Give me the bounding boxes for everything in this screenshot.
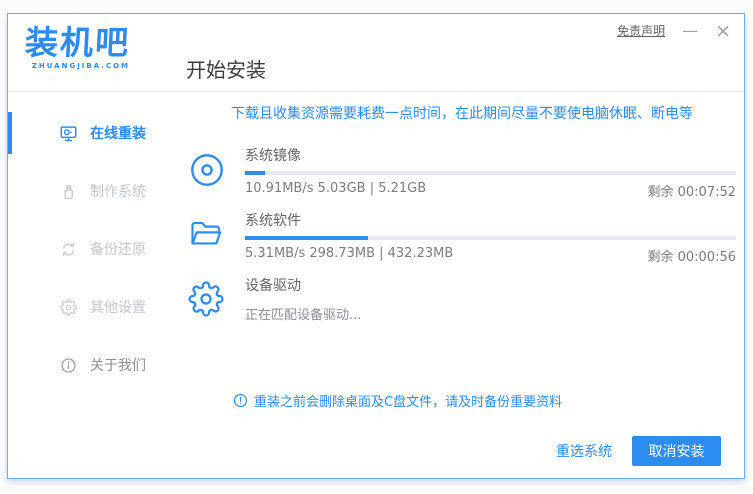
task-speed-size: 5.31MB/s 298.73MB | 432.23MB (245, 246, 454, 261)
progress-bar (245, 171, 736, 175)
app-logo: 装机吧 ZHUANGJIBA.COM (24, 23, 132, 70)
sidebar-item-about-us[interactable]: 关于我们 (8, 336, 168, 394)
open-folder-icon (188, 213, 245, 265)
gear-icon (60, 298, 77, 316)
backup-notice: 重装之前会删除桌面及C盘文件，请及时备份重要资料 (233, 391, 736, 410)
main-panel: 下载且收集资源需要耗费一点时间，在此期间尽量不要使电脑休眠、断电等 系统镜像 1… (168, 92, 744, 478)
close-icon[interactable]: × (715, 21, 731, 40)
monitor-reinstall-icon (60, 125, 77, 142)
minimize-icon[interactable]: — (682, 22, 698, 39)
sidebar-item-make-system[interactable]: 制作系统 (8, 162, 168, 220)
download-warning-text: 下载且收集资源需要耗费一点时间，在此期间尽量不要使电脑休眠、断电等 (231, 106, 693, 122)
footer-actions: 重选系统 取消安装 (556, 436, 721, 466)
header: 装机吧 ZHUANGJIBA.COM 开始安装 免责声明 — × (8, 14, 744, 92)
task-name: 系统镜像 (245, 148, 301, 164)
progress-bar (245, 236, 736, 240)
sidebar-item-label: 在线重装 (90, 126, 146, 142)
task-remaining-time: 剩余 00:00:56 (647, 250, 736, 265)
task-row-device-driver: 设备驱动 正在匹配设备驱动... (188, 278, 736, 328)
logo-subtext: ZHUANGJIBA.COM (31, 61, 130, 70)
task-row-system-software: 系统软件 5.31MB/s 298.73MB | 432.23MB 剩余 00:… (188, 213, 736, 265)
task-name: 系统软件 (245, 213, 301, 229)
sidebar-item-backup-restore[interactable]: 备份还原 (8, 220, 168, 278)
gear-icon (188, 278, 245, 328)
progress-bar-fill (245, 236, 368, 240)
task-row-system-image: 系统镜像 10.91MB/s 5.03GB | 5.21GB 剩余 00:07:… (188, 148, 736, 200)
backup-notice-text: 重装之前会删除桌面及C盘文件，请及时备份重要资料 (254, 395, 563, 410)
sidebar-item-label: 其他设置 (90, 300, 146, 316)
sidebar: 在线重装 制作系统 备份还原 其他设置 关于我们 (8, 92, 168, 478)
sidebar-item-label: 关于我们 (90, 358, 146, 374)
task-status-text: 正在匹配设备驱动... (245, 308, 362, 323)
disc-icon (188, 148, 245, 200)
task-list: 系统镜像 10.91MB/s 5.03GB | 5.21GB 剩余 00:07:… (188, 148, 736, 328)
progress-bar-fill (245, 171, 265, 175)
page-title: 开始安装 (186, 58, 266, 82)
usb-drive-icon (60, 183, 77, 200)
info-icon (60, 357, 77, 374)
backup-restore-icon (60, 241, 77, 258)
sidebar-item-online-reinstall[interactable]: 在线重装 (8, 104, 168, 162)
task-speed-size: 10.91MB/s 5.03GB | 5.21GB (245, 181, 427, 196)
reselect-system-link[interactable]: 重选系统 (556, 441, 612, 461)
task-name: 设备驱动 (245, 278, 301, 294)
sidebar-item-label: 备份还原 (90, 242, 146, 258)
cancel-install-button[interactable]: 取消安装 (632, 436, 721, 466)
task-remaining-time: 剩余 00:07:52 (647, 185, 736, 200)
sidebar-item-label: 制作系统 (90, 184, 146, 200)
warning-circle-icon (233, 393, 248, 408)
disclaimer-link[interactable]: 免责声明 (617, 22, 665, 39)
sidebar-item-other-settings[interactable]: 其他设置 (8, 278, 168, 336)
logo-text: 装机吧 (24, 23, 132, 62)
app-window: 装机吧 ZHUANGJIBA.COM 开始安装 免责声明 — × 在线重装 制作… (7, 13, 745, 479)
